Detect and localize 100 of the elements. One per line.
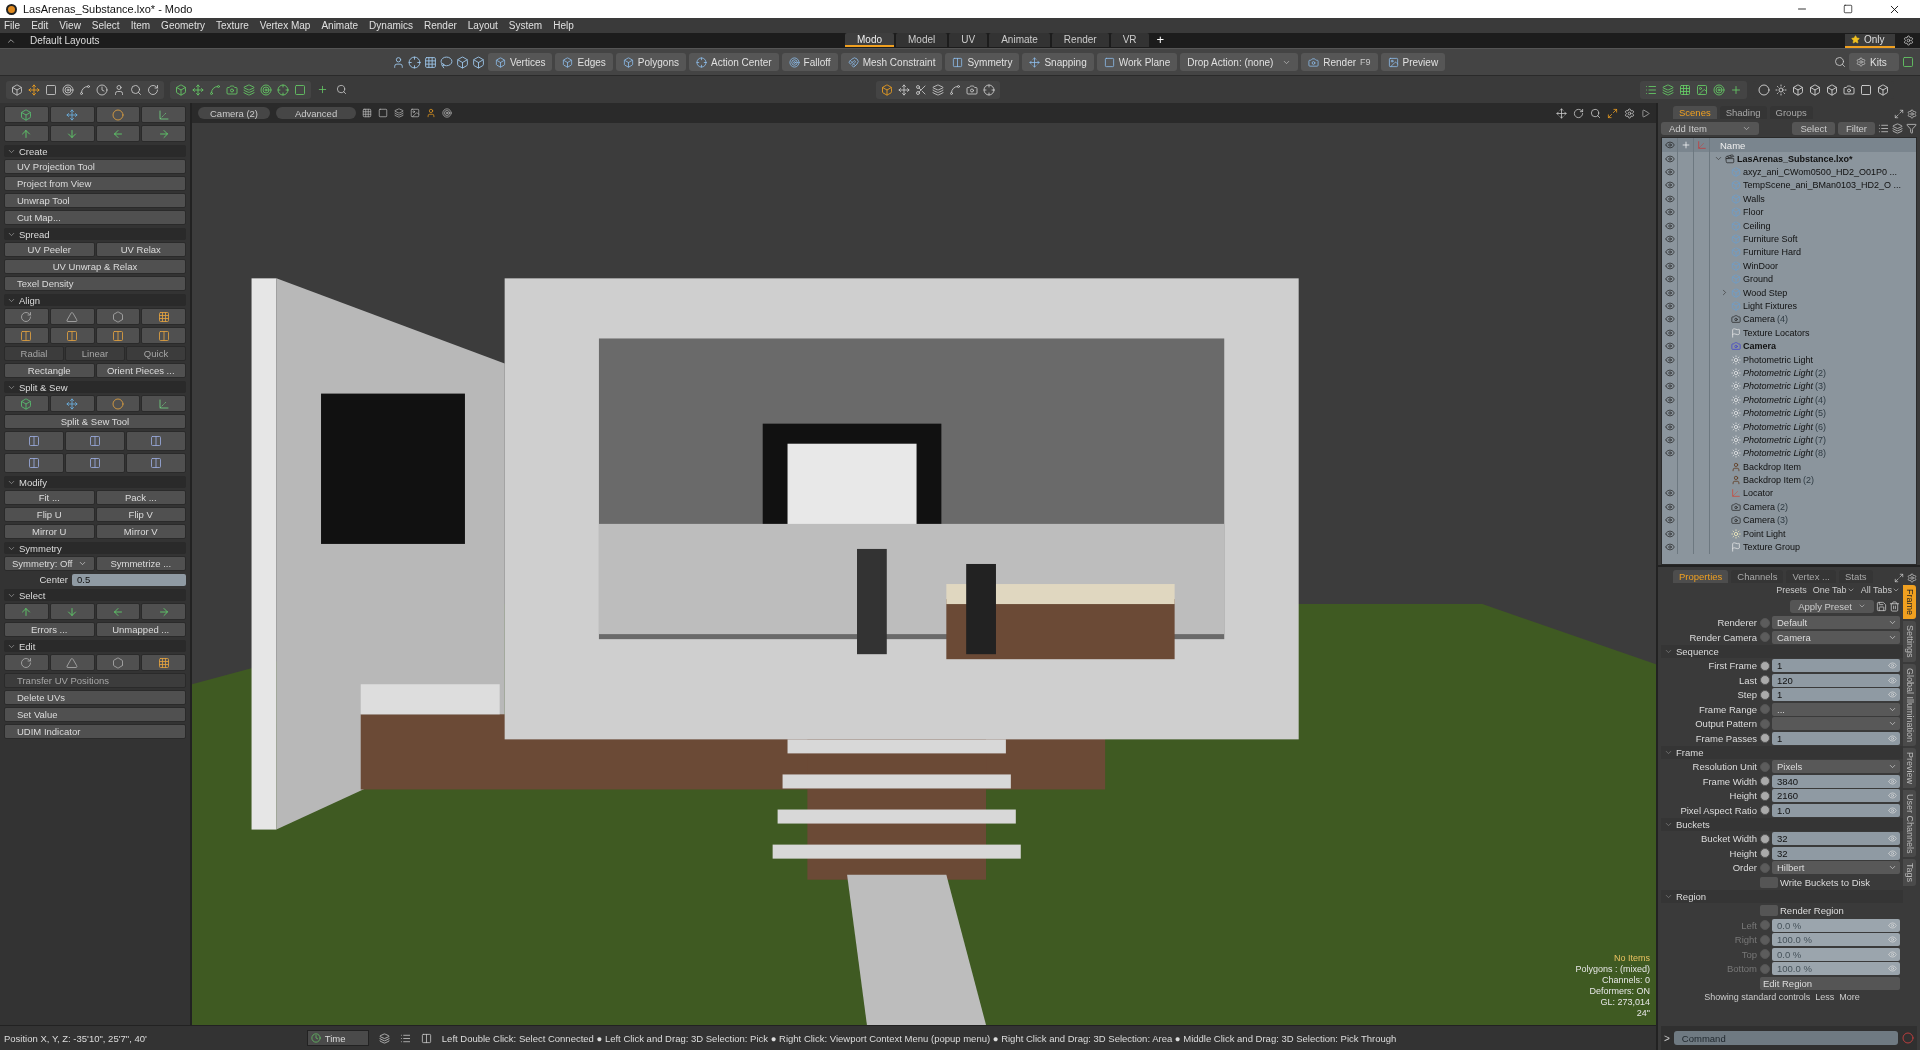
panel-button[interactable]: Orient Pieces ... <box>95 363 186 378</box>
column-header[interactable]: Name <box>1710 139 1746 151</box>
section-header[interactable]: Region <box>1661 890 1903 903</box>
section-header[interactable]: Buckets <box>1661 818 1903 831</box>
scene-item[interactable]: Walls <box>1743 193 1765 204</box>
add-tab-button[interactable]: + <box>1156 33 1165 48</box>
eye-icon[interactable] <box>1664 528 1675 539</box>
tool-button[interactable] <box>126 431 186 451</box>
scene-item[interactable]: Photometric Light <box>1743 434 1814 445</box>
rotate-icon[interactable] <box>20 656 33 669</box>
tool-icon[interactable] <box>192 83 204 96</box>
layout-tab[interactable]: Modo <box>845 33 894 47</box>
toolbar-button[interactable]: Preview <box>1380 53 1446 71</box>
menu-item[interactable]: Help <box>553 20 574 31</box>
eye-icon[interactable] <box>1664 180 1675 191</box>
cube-icon[interactable] <box>20 108 33 121</box>
tool-button[interactable] <box>95 327 141 344</box>
tool-icon[interactable] <box>62 83 74 96</box>
section-header[interactable]: Symmetry <box>4 542 186 554</box>
section-header[interactable]: Spread <box>4 228 186 240</box>
panel-icon[interactable] <box>1902 56 1914 68</box>
split-icon[interactable] <box>28 457 40 469</box>
tool-button[interactable] <box>126 453 186 473</box>
keyframe-dot[interactable] <box>1760 805 1770 816</box>
tool-button[interactable] <box>141 395 186 412</box>
arrow-right-icon[interactable] <box>157 605 170 618</box>
tool-icon[interactable] <box>45 83 57 96</box>
scene-item[interactable]: Photometric Light <box>1743 394 1814 405</box>
search-icon[interactable] <box>1834 56 1846 68</box>
panel-button[interactable]: UV Unwrap & Relax <box>4 259 186 274</box>
tool-button[interactable] <box>4 654 49 671</box>
eye-icon[interactable] <box>1664 367 1675 378</box>
settings-icon[interactable] <box>1903 35 1914 46</box>
panel-button[interactable]: Project from View <box>4 176 186 191</box>
toolbar-button[interactable]: Snapping <box>1022 53 1094 71</box>
save-icon[interactable] <box>1876 600 1887 612</box>
keyframe-dot[interactable] <box>1760 963 1770 974</box>
split-icon[interactable] <box>89 457 101 469</box>
section-header[interactable]: Split & Sew <box>4 381 186 393</box>
eye-icon[interactable] <box>1664 542 1675 552</box>
menu-item[interactable]: View <box>59 20 81 31</box>
keyframe-dot[interactable] <box>1760 934 1770 945</box>
panel-button[interactable]: Delete UVs <box>4 690 186 705</box>
triangle-icon[interactable] <box>66 656 79 669</box>
filter-button[interactable]: Filter <box>1837 121 1875 135</box>
tool-icon[interactable] <box>113 83 125 96</box>
keyframe-dot[interactable] <box>1760 920 1770 931</box>
menu-item[interactable]: File <box>4 20 21 31</box>
tool-button[interactable] <box>4 125 49 142</box>
side-tab[interactable]: Frame <box>1903 585 1916 619</box>
tool-icon[interactable] <box>130 83 142 96</box>
figure-icon[interactable] <box>391 55 405 69</box>
tool-icon[interactable] <box>243 83 255 96</box>
tool-button[interactable] <box>49 308 95 325</box>
panel-button[interactable]: UV Relax <box>95 242 186 257</box>
eye-icon[interactable] <box>1664 193 1675 204</box>
keyframe-dot[interactable] <box>1760 833 1770 844</box>
tool-icon[interactable] <box>294 83 306 96</box>
split-icon[interactable] <box>150 457 162 469</box>
list-icon[interactable] <box>399 1032 411 1044</box>
panel-tab[interactable]: Shading <box>1719 106 1767 119</box>
camera-selector[interactable]: Camera (2) <box>198 107 271 119</box>
item-type-icon[interactable] <box>1826 83 1838 96</box>
toggle-switch[interactable] <box>1760 905 1778 917</box>
kits-button[interactable]: Kits <box>1849 53 1899 71</box>
eye-icon[interactable] <box>1664 341 1675 352</box>
scene-item[interactable]: Locator <box>1743 488 1774 499</box>
select-button[interactable]: Select <box>1792 121 1835 135</box>
eye-icon[interactable] <box>1664 287 1675 298</box>
number-field[interactable]: 3840 <box>1772 774 1900 788</box>
layout-tab[interactable]: Render <box>1051 33 1109 47</box>
panel-button[interactable]: Unmapped ... <box>95 622 186 637</box>
menu-item[interactable]: Texture <box>216 20 249 31</box>
tool-button[interactable] <box>49 603 95 620</box>
tool-icon[interactable] <box>260 83 272 96</box>
hexagon-icon[interactable] <box>111 656 124 669</box>
item-type-icon[interactable] <box>1843 83 1855 96</box>
grid-icon[interactable] <box>362 108 373 118</box>
side-tab[interactable]: Tags <box>1903 859 1916 887</box>
eye-icon[interactable] <box>1664 207 1675 218</box>
tool-button[interactable] <box>4 603 49 620</box>
tool-icon[interactable] <box>11 83 23 96</box>
panel-button[interactable]: Mirror U <box>4 524 95 539</box>
menu-item[interactable]: Render <box>424 20 457 31</box>
target-icon[interactable] <box>442 108 453 118</box>
eye-icon[interactable] <box>1664 260 1675 271</box>
panel-button[interactable]: Cut Map... <box>4 210 186 225</box>
grid-icon[interactable] <box>157 656 170 669</box>
tool-button[interactable] <box>141 308 186 325</box>
tool-icon[interactable] <box>79 83 91 96</box>
keyframe-dot[interactable] <box>1760 790 1770 801</box>
scene-item[interactable]: Photometric Light <box>1743 381 1814 392</box>
eye-icon[interactable] <box>1664 394 1675 405</box>
all-tabs-menu[interactable]: All Tabs <box>1860 584 1900 595</box>
toolbar-button[interactable]: Action Center <box>688 53 779 71</box>
scene-item[interactable]: Camera <box>1743 501 1775 512</box>
settings-icon[interactable] <box>1907 573 1917 583</box>
tool-icon[interactable] <box>209 83 221 96</box>
panel-button[interactable]: Split & Sew Tool <box>4 414 186 429</box>
scene-item[interactable]: Photometric Light <box>1743 367 1814 378</box>
